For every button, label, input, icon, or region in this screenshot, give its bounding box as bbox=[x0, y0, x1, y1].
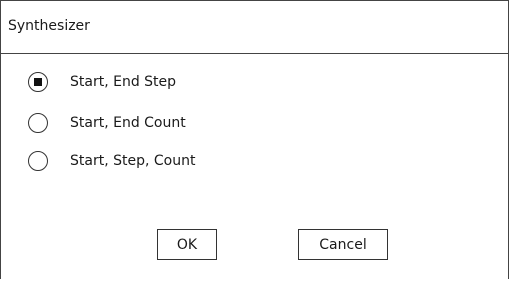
radio-unselected-icon[interactable] bbox=[28, 113, 48, 133]
synthesizer-dialog: Synthesizer Start, End Step Start, End C… bbox=[0, 0, 509, 279]
radio-unselected-icon[interactable] bbox=[28, 151, 48, 171]
radio-label: Start, End Count bbox=[70, 115, 186, 131]
radio-option-start-end-step[interactable]: Start, End Step bbox=[28, 69, 176, 95]
radio-dot-icon bbox=[34, 78, 42, 86]
dialog-title-bar: Synthesizer bbox=[1, 1, 508, 54]
radio-label: Start, Step, Count bbox=[70, 153, 196, 169]
dialog-title: Synthesizer bbox=[8, 18, 90, 34]
radio-label: Start, End Step bbox=[70, 74, 177, 90]
radio-option-start-end-count[interactable]: Start, End Count bbox=[28, 110, 186, 136]
ok-button[interactable]: OK bbox=[157, 229, 217, 260]
radio-option-start-step-count[interactable]: Start, Step, Count bbox=[28, 148, 195, 174]
radio-selected-icon[interactable] bbox=[28, 72, 48, 92]
cancel-button[interactable]: Cancel bbox=[298, 229, 388, 260]
